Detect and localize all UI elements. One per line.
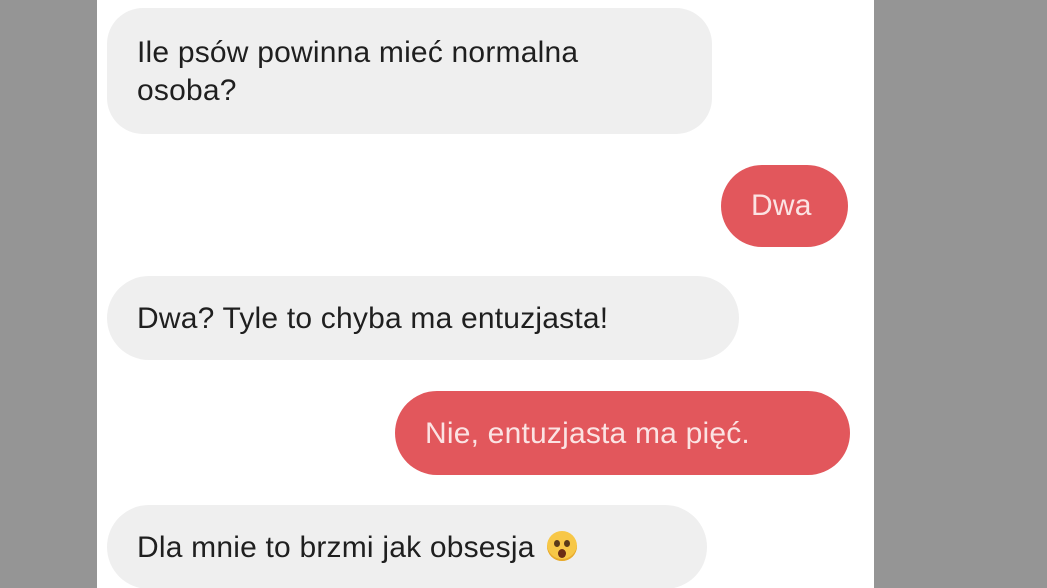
chat-conversation: Ile psów powinna mieć normalna osoba? Dw… [97,0,874,588]
message-outgoing: Dwa [721,165,848,247]
message-outgoing: Nie, entuzjasta ma pięć. [395,391,850,475]
message-incoming: Dwa? Tyle to chyba ma entuzjasta! [107,276,739,360]
message-text: Dwa? Tyle to chyba ma entuzjasta! [137,302,609,335]
screenshot-frame: Ile psów powinna mieć normalna osoba? Dw… [0,0,1047,588]
message-text: Dwa [751,189,812,222]
astonished-face-icon [547,531,578,561]
message-text: Ile psów powinna mieć normalna osoba? [137,36,579,107]
message-text: Nie, entuzjasta ma pięć. [425,417,750,450]
message-incoming: Dla mnie to brzmi jak obsesja [107,505,707,588]
message-incoming: Ile psów powinna mieć normalna osoba? [107,8,712,134]
message-text: Dla mnie to brzmi jak obsesja [137,531,535,564]
